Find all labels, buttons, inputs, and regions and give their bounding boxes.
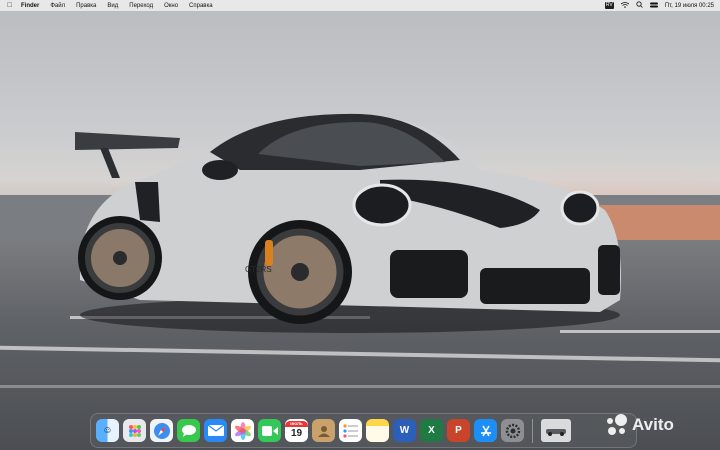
menubar-clock[interactable]: Пт, 19 июля 00:25 (665, 3, 714, 9)
porsche-car-image: GT2RS (75, 113, 621, 333)
minimized-window-thumbnail[interactable] (541, 419, 571, 442)
word-icon[interactable]: W (393, 419, 416, 442)
launchpad-icon[interactable] (123, 419, 146, 442)
contacts-icon[interactable] (312, 419, 335, 442)
app-store-icon[interactable] (474, 419, 497, 442)
photos-icon[interactable] (231, 419, 254, 442)
car-badge: GT2RS (245, 265, 272, 274)
menu-item-go[interactable]: Переход (129, 3, 153, 9)
watermark-text: Avito (632, 415, 674, 434)
menu-item-file[interactable]: Файл (50, 3, 65, 9)
finder-icon[interactable]: ☺ (96, 419, 119, 442)
menu-item-help[interactable]: Справка (189, 3, 213, 9)
control-center-icon[interactable] (649, 2, 658, 10)
avito-logo-icon (606, 414, 628, 436)
wifi-icon[interactable] (620, 1, 630, 10)
reminders-icon[interactable] (339, 419, 362, 442)
dock: ☺ ИЮЛЬ 19 W X P (90, 413, 637, 448)
menu-item-finder[interactable]: Finder (21, 3, 39, 9)
calendar-day: 19 (290, 427, 303, 439)
safari-icon[interactable] (150, 419, 173, 442)
apple-menu-icon[interactable]:  (7, 2, 15, 9)
spotlight-search-icon[interactable] (636, 1, 643, 10)
calendar-icon[interactable]: ИЮЛЬ 19 (285, 419, 308, 442)
facetime-icon[interactable] (258, 419, 281, 442)
menu-item-window[interactable]: Окно (164, 3, 178, 9)
mail-icon[interactable] (204, 419, 227, 442)
system-settings-icon[interactable] (501, 419, 524, 442)
powerpoint-icon[interactable]: P (447, 419, 470, 442)
notes-icon[interactable] (366, 419, 389, 442)
status-area: RV Пт, 19 июля 00:25 (604, 0, 714, 11)
parking-line (0, 385, 720, 388)
menu-bar:  Finder Файл Правка Вид Переход Окно Сп… (0, 0, 720, 11)
dock-separator (532, 418, 533, 443)
menu-item-edit[interactable]: Правка (76, 3, 96, 9)
menu-item-view[interactable]: Вид (107, 3, 118, 9)
excel-icon[interactable]: X (420, 419, 443, 442)
keyboard-layout-icon[interactable]: RV (604, 2, 614, 9)
avito-watermark: Avito (606, 413, 674, 437)
messages-icon[interactable] (177, 419, 200, 442)
desktop: GT2RS  Finder Файл Правка Вид Переход О… (0, 0, 720, 450)
